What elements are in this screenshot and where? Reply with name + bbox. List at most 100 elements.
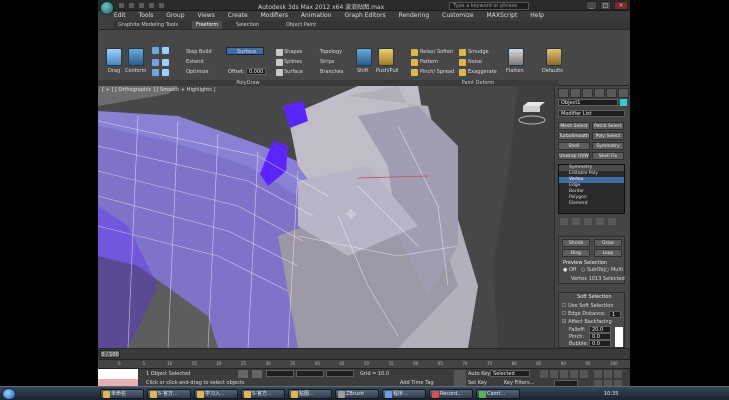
shapes-button[interactable]: Shapes [284,49,302,55]
go-to-start-icon[interactable] [540,370,548,378]
edge-distance-checkbox[interactable]: ☐ Edge Distance: [562,311,606,317]
shell-fix-button[interactable]: Shell Fix [592,152,624,160]
flatten-button[interactable] [508,48,524,66]
menu-customize[interactable]: Customize [442,11,474,21]
tab-selection[interactable]: Selection [232,21,263,29]
preview-subobj-radio[interactable]: ○ SubObj [581,267,605,273]
remove-modifier-icon[interactable] [596,218,604,225]
preview-off-radio[interactable]: ● Off [563,267,576,273]
optimize-icon-small[interactable] [162,59,169,66]
tab-freeform[interactable]: Freeform [192,21,223,29]
defaults-button[interactable] [546,48,562,66]
grid-icon[interactable] [152,69,159,76]
push-pull-button[interactable] [378,48,394,66]
modifier-list-dropdown[interactable]: Modifier List [558,110,625,117]
menu-rendering[interactable]: Rendering [399,11,430,21]
maxscript-listener[interactable] [98,369,138,379]
show-end-result-icon[interactable] [572,218,580,225]
previous-frame-icon[interactable] [550,370,558,378]
ring-button[interactable]: Ring [562,249,590,257]
menu-graph-editors[interactable]: Graph Editors [344,11,385,21]
new-file-icon[interactable] [118,2,125,9]
bubble-field[interactable]: 0.0 [589,340,611,347]
loop-button[interactable]: Loop [594,249,622,257]
noise-button[interactable]: Noise [468,59,482,65]
optimize-button[interactable]: Optimize [186,69,208,75]
taskbar-item-record[interactable]: Record... [429,389,473,399]
grow-button[interactable]: Grow [594,239,622,247]
taskbar-item-7[interactable]: 程序... [382,389,426,399]
z-coordinate-field[interactable] [326,370,354,377]
maximize-button[interactable]: □ [600,1,611,10]
relax-soften-button[interactable]: Relax/ Soften [420,49,453,55]
pinch-spread-button[interactable]: Pinch/ Spread [420,69,454,75]
redo-icon[interactable] [158,2,165,9]
pinch-field[interactable]: 0.0 [589,333,611,340]
zoom-icon[interactable] [594,370,602,378]
absolute-mode-icon[interactable] [252,370,262,378]
taskbar-item-1[interactable]: 未命名 [100,389,144,399]
patch-select-button[interactable]: Patch Select [592,122,624,130]
turbosmooth-button[interactable]: TurboSmooth [558,132,590,140]
menu-group[interactable]: Group [166,11,184,21]
orbit-icon[interactable] [614,370,622,378]
utilities-tab-icon[interactable] [618,88,629,98]
surface2-button[interactable]: Surface [284,69,303,75]
key-mode-dropdown[interactable]: Selected [490,370,530,377]
play-icon[interactable] [560,370,568,378]
step-build-icon[interactable] [152,47,159,54]
shift-button[interactable] [356,48,372,66]
menu-create[interactable]: Create [228,11,248,21]
branches-button[interactable]: Branches [320,69,343,75]
viewport-orthographic[interactable]: [ + ] [ Orthographic ] [ Smooth + Highli… [98,86,553,348]
step-build-button[interactable]: Step Build [186,49,212,55]
configure-sets-icon[interactable] [608,218,616,225]
object-name-field[interactable]: Object1 [558,99,618,106]
taskbar-item-4[interactable]: 5-官方... [241,389,285,399]
open-file-icon[interactable] [128,2,135,9]
tab-object-paint[interactable]: Object Paint [282,21,320,29]
taskbar-item-zbrush[interactable]: ZBrush [335,389,379,399]
set-key-icon[interactable] [454,370,466,386]
extend-icon[interactable] [162,47,169,54]
menu-edit[interactable]: Edit [114,11,126,21]
time-slider-handle[interactable]: 0 / 100 [100,350,120,358]
mesh-select-button[interactable]: Mesh Select [558,122,590,130]
use-soft-selection-checkbox[interactable]: ☐ Use Soft Selection [562,303,614,309]
object-color-swatch[interactable] [620,99,627,106]
create-tab-icon[interactable] [558,88,569,98]
go-to-end-icon[interactable] [580,370,588,378]
menu-views[interactable]: Views [197,11,214,21]
track-bar[interactable]: 0 5 10 15 20 25 30 35 40 45 50 55 60 65 70 75 80 85 90 95 10… [98,359,630,368]
strips-button[interactable]: Strips [320,59,334,65]
auto-key-button[interactable]: Auto Key [468,371,490,377]
pin-stack-icon[interactable] [560,218,568,225]
lock-selection-icon[interactable] [238,370,248,378]
search-input[interactable]: Type a keyword or phrase [449,2,529,10]
edge-distance-field[interactable]: 1 [609,311,621,318]
surface-button[interactable]: Surface [226,47,264,55]
start-button[interactable] [2,388,16,400]
menu-animation[interactable]: Animation [301,11,332,21]
soft-selection-title[interactable]: Soft Selection [577,294,612,300]
taskbar-item-camtasia[interactable]: Camt... [476,389,520,399]
time-slider[interactable]: 0 / 100 [98,348,630,359]
viewport-label[interactable]: [ + ] [ Orthographic ] [ Smooth + Highli… [102,87,215,93]
branch-icon[interactable] [152,59,159,66]
close-button[interactable]: × [614,1,628,10]
modify-tab-icon[interactable] [570,88,581,98]
make-unique-icon[interactable] [584,218,592,225]
next-frame-icon[interactable] [570,370,578,378]
menu-maxscript[interactable]: MAXScript [487,11,518,21]
affect-backfacing-checkbox[interactable]: ☑ Affect Backfacing [562,319,612,325]
save-file-icon[interactable] [138,2,145,9]
pan-icon[interactable] [604,370,612,378]
stack-item-element[interactable]: Element [559,201,624,207]
hierarchy-tab-icon[interactable] [582,88,593,98]
minimize-button[interactable]: _ [586,1,597,10]
falloff-field[interactable]: 20.0 [589,326,611,333]
application-menu-icon[interactable] [100,1,114,15]
system-clock[interactable]: 10:35 [604,391,618,397]
unwrap-uvw-button[interactable]: Unwrap UVW [558,152,590,160]
y-coordinate-field[interactable] [296,370,324,377]
